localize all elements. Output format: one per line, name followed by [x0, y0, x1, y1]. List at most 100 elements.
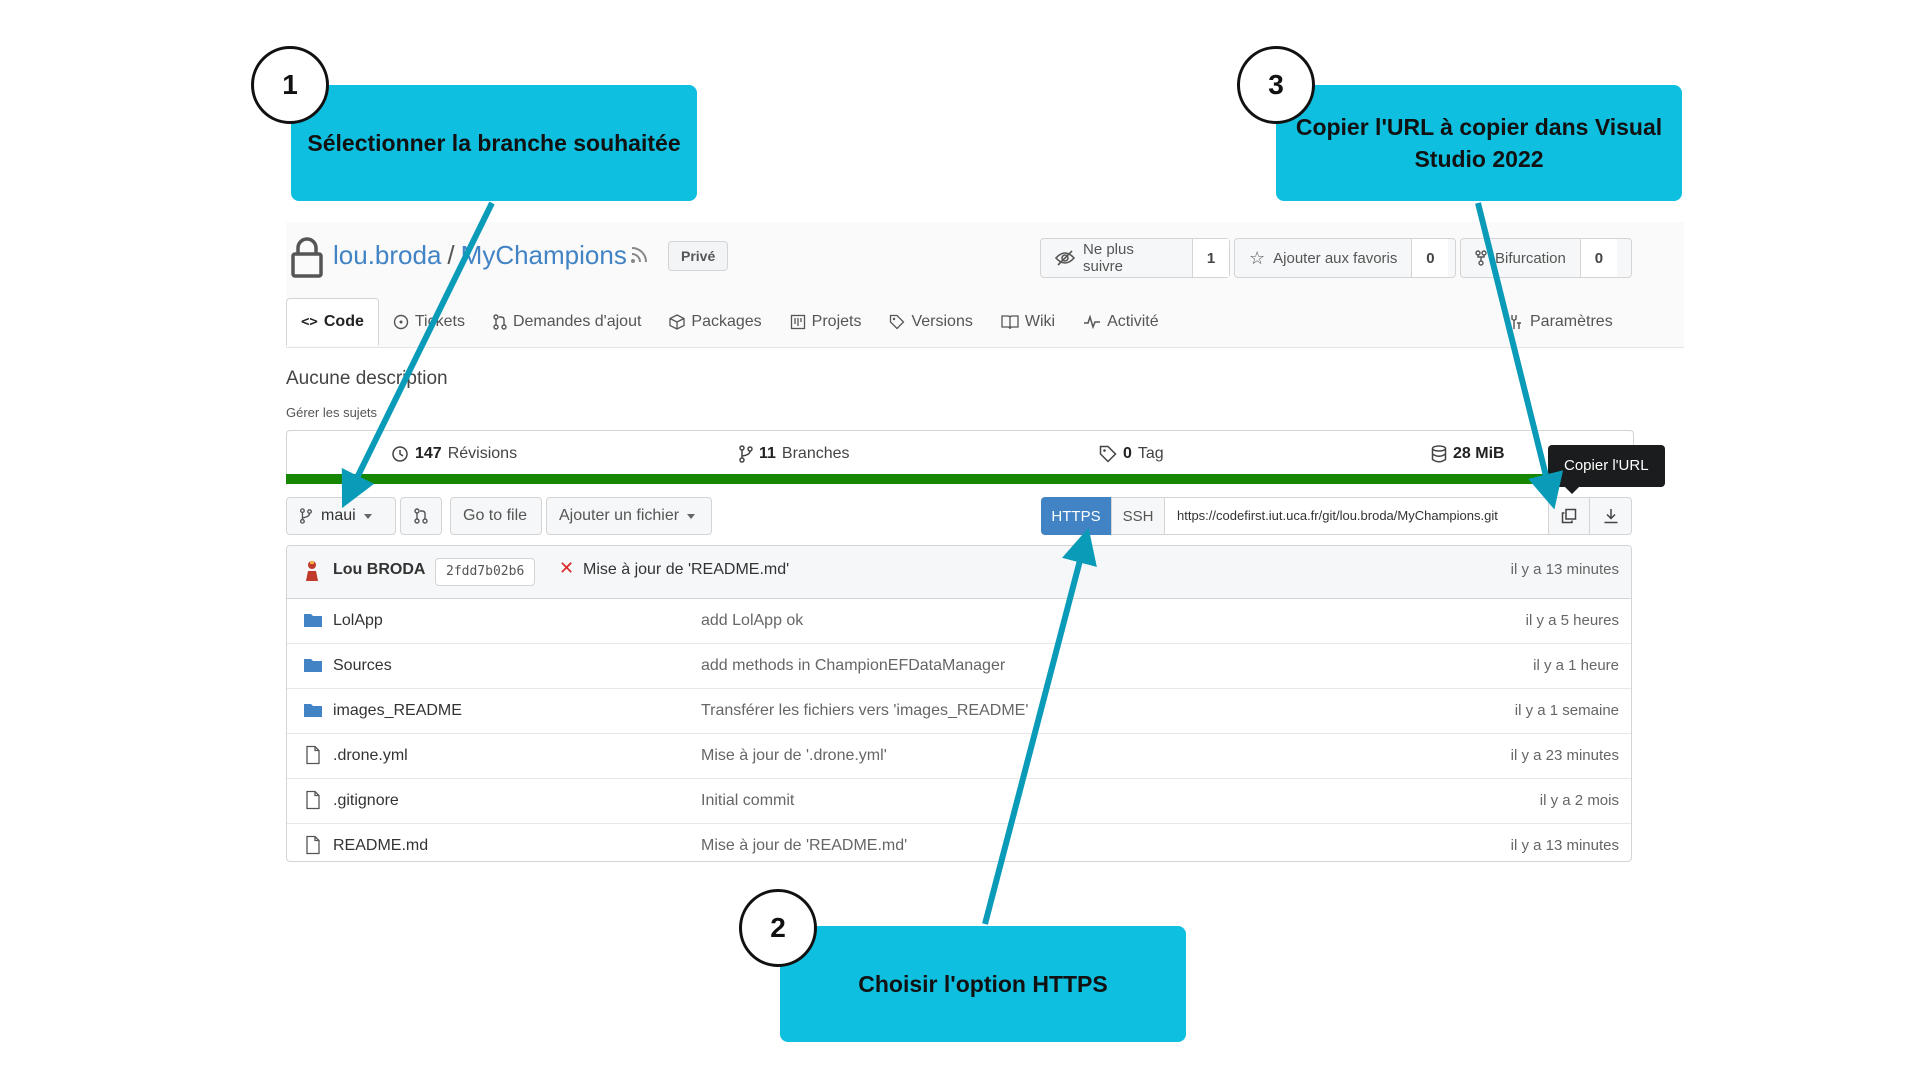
file-name[interactable]: images_README — [333, 702, 462, 720]
unwatch-button[interactable]: Ne plus suivre 1 — [1040, 238, 1230, 278]
fork-button[interactable]: Bifurcation 0 — [1460, 238, 1632, 278]
star-label: Ajouter aux favoris — [1273, 249, 1398, 267]
project-icon — [790, 314, 805, 330]
tab-activity[interactable]: Activité — [1069, 298, 1173, 346]
step-number-3: 3 — [1237, 46, 1315, 124]
callout-copy-url: Copier l'URL à copier dans Visual Studio… — [1276, 85, 1682, 201]
table-row[interactable]: LolApp add LolApp ok il y a 5 heures — [287, 599, 1631, 644]
callout-select-branch: Sélectionner la branche souhaitée — [291, 85, 697, 201]
file-name[interactable]: .drone.yml — [333, 747, 408, 765]
file-commit-message[interactable]: add LolApp ok — [701, 612, 803, 630]
table-row[interactable]: .drone.yml Mise à jour de '.drone.yml' i… — [287, 734, 1631, 779]
chevron-down-icon — [687, 513, 696, 519]
fork-count[interactable]: 0 — [1579, 239, 1617, 277]
file-icon — [306, 790, 320, 810]
book-icon — [1001, 315, 1019, 330]
unwatch-label: Ne plus suivre — [1083, 241, 1134, 275]
repo-title: lou.broda / MyChampions — [333, 240, 627, 271]
file-icon — [306, 745, 320, 765]
go-to-file-button[interactable]: Go to file — [450, 497, 542, 535]
stat-revisions[interactable]: 147 Révisions — [391, 445, 517, 463]
manage-topics-link[interactable]: Gérer les sujets — [286, 405, 377, 420]
table-row[interactable]: images_README Transférer les fichiers ve… — [287, 689, 1631, 734]
tab-label: Tickets — [414, 313, 465, 330]
https-button[interactable]: HTTPS — [1041, 497, 1111, 535]
file-commit-message[interactable]: Mise à jour de 'README.md' — [701, 837, 907, 855]
tab-label: Versions — [911, 313, 973, 330]
stat-branches[interactable]: 11 Branches — [739, 445, 850, 463]
table-row[interactable]: Sources add methods in ChampionEFDataMan… — [287, 644, 1631, 689]
settings-label: Paramètres — [1530, 313, 1613, 330]
history-icon — [392, 446, 408, 462]
tab-label: Code — [323, 313, 364, 330]
file-name[interactable]: LolApp — [333, 612, 383, 630]
ssh-button[interactable]: SSH — [1111, 497, 1165, 535]
size-value: 28 MiB — [1453, 445, 1505, 462]
tab-label: Demandes d'ajout — [512, 313, 642, 330]
pulse-icon — [1084, 314, 1101, 330]
latest-commit-row: Lou BRODA 2fdd7b02b6 ✕ Mise à jour de 'R… — [287, 546, 1631, 599]
tags-label: Tag — [1137, 445, 1164, 462]
tab-code[interactable]: <> Code — [286, 298, 379, 346]
file-commit-message[interactable]: Initial commit — [701, 792, 794, 810]
file-commit-time: il y a 1 semaine — [1514, 702, 1619, 719]
tab-packages[interactable]: Packages — [655, 298, 775, 346]
database-icon — [1431, 445, 1447, 463]
file-commit-time: il y a 5 heures — [1525, 612, 1619, 629]
language-bar — [286, 474, 1632, 484]
repo-tabs: <> Code Tickets Demandes d'ajout Package… — [286, 298, 1173, 346]
rss-icon[interactable] — [630, 246, 648, 264]
file-commit-message[interactable]: Transférer les fichiers vers 'images_REA… — [701, 702, 1028, 720]
file-name[interactable]: .gitignore — [333, 792, 399, 810]
table-row[interactable]: README.md Mise à jour de 'README.md' il … — [287, 824, 1631, 861]
pull-request-icon — [414, 508, 428, 524]
ci-failed-icon[interactable]: ✕ — [559, 558, 574, 579]
branch-dropdown[interactable]: maui — [286, 497, 396, 535]
tab-pull-requests[interactable]: Demandes d'ajout — [479, 298, 655, 346]
file-name[interactable]: README.md — [333, 837, 428, 855]
clone-url-input[interactable]: https://codefirst.iut.uca.fr/git/lou.bro… — [1165, 497, 1550, 535]
star-count[interactable]: 0 — [1411, 239, 1449, 277]
add-file-label: Ajouter un fichier — [559, 507, 680, 524]
issue-icon — [393, 314, 409, 330]
tab-tickets[interactable]: Tickets — [379, 298, 479, 346]
add-file-dropdown[interactable]: Ajouter un fichier — [546, 497, 712, 535]
watch-count[interactable]: 1 — [1192, 239, 1229, 277]
tab-projects[interactable]: Projets — [776, 298, 876, 346]
download-button[interactable] — [1589, 497, 1632, 535]
file-commit-time: il y a 23 minutes — [1510, 747, 1619, 764]
folder-icon — [304, 659, 322, 672]
avatar[interactable] — [303, 559, 321, 583]
star-button[interactable]: ☆ Ajouter aux favoris 0 — [1234, 238, 1456, 278]
repo-owner-link[interactable]: lou.broda — [333, 240, 441, 270]
file-name[interactable]: Sources — [333, 657, 392, 675]
copy-url-button[interactable] — [1548, 497, 1590, 535]
branches-count: 11 — [759, 445, 776, 462]
tab-wiki[interactable]: Wiki — [987, 298, 1069, 346]
file-commit-message[interactable]: add methods in ChampionEFDataManager — [701, 657, 1005, 675]
commit-sha[interactable]: 2fdd7b02b6 — [435, 558, 536, 586]
branches-label: Branches — [781, 445, 850, 462]
tab-settings[interactable]: Paramètres — [1508, 298, 1613, 346]
commit-message[interactable]: Mise à jour de 'README.md' — [583, 561, 789, 579]
tab-versions[interactable]: Versions — [875, 298, 986, 346]
file-commit-time: il y a 1 heure — [1533, 657, 1619, 674]
code-icon: <> — [301, 314, 318, 330]
revisions-count: 147 — [415, 445, 442, 462]
stat-size: 28 MiB — [1431, 445, 1505, 463]
file-commit-message[interactable]: Mise à jour de '.drone.yml' — [701, 747, 887, 765]
file-icon — [306, 835, 320, 855]
eye-slash-icon — [1055, 250, 1075, 266]
tag-icon — [1099, 445, 1117, 463]
compare-button[interactable] — [400, 497, 442, 535]
stat-tags[interactable]: 0 Tag — [1099, 445, 1164, 463]
repo-name-link[interactable]: MyChampions — [461, 240, 627, 270]
table-row[interactable]: .gitignore Initial commit il y a 2 mois — [287, 779, 1631, 824]
commit-author[interactable]: Lou BRODA — [333, 561, 425, 579]
step-number-1: 1 — [251, 46, 329, 124]
chevron-down-icon — [363, 513, 372, 519]
branch-icon — [300, 508, 312, 524]
fork-icon — [1475, 250, 1487, 266]
copy-icon — [1561, 508, 1577, 524]
fork-label: Bifurcation — [1495, 249, 1566, 267]
